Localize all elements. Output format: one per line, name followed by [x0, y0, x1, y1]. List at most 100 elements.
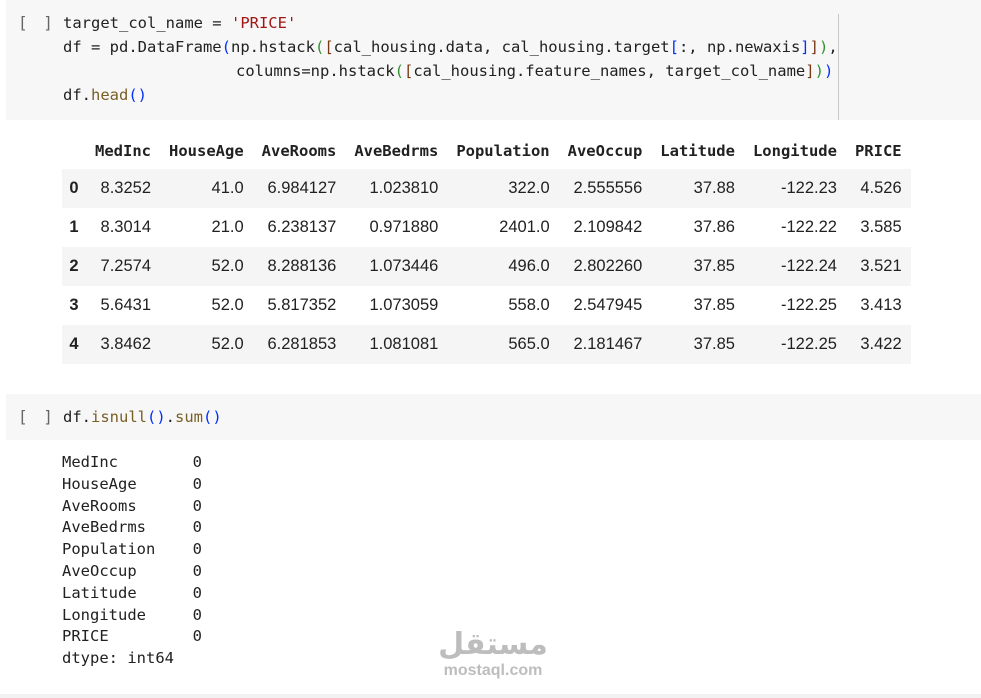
- table-cell: 6.984127: [252, 169, 346, 208]
- run-cell-button[interactable]: [ ]: [18, 406, 56, 428]
- output-line: AveBedrms 0: [62, 518, 202, 537]
- code-bracket: (): [128, 86, 147, 104]
- code-bracket: (: [314, 38, 325, 56]
- table-cell: 2.547945: [558, 286, 652, 325]
- table-cell: 21.0: [160, 208, 253, 247]
- column-header: AveBedrms: [354, 141, 439, 160]
- code-bracket: (): [147, 408, 166, 426]
- code-bracket: ]: [800, 38, 810, 56]
- code-bracket: ): [818, 38, 829, 56]
- code-line-3[interactable]: columns=np.hstack([cal_housing.feature_n…: [236, 61, 833, 81]
- code-text: :, np.newaxis: [678, 38, 801, 56]
- table-cell: 37.85: [651, 325, 744, 364]
- column-header: AveOccup: [567, 141, 643, 160]
- table-cell: 2.802260: [558, 247, 652, 286]
- code-bracket: (): [203, 408, 222, 426]
- table-cell: 2401.0: [447, 208, 559, 247]
- code-bracket: ]: [805, 62, 815, 80]
- code-bracket: ): [823, 62, 834, 80]
- run-cell-button[interactable]: [ ]: [18, 12, 56, 34]
- table-row: 1 8.3014 21.0 6.238137 0.971880 2401.0 2.10984…: [62, 208, 911, 247]
- table-cell: 52.0: [160, 325, 253, 364]
- bottom-cell-edge: [0, 694, 981, 698]
- table-cell: -122.23: [743, 169, 846, 208]
- table-header-row: MedInc HouseAge AveRooms AveBedrms Populatio…: [62, 132, 911, 169]
- code-function: sum: [175, 408, 204, 426]
- table-cell: 1.023810: [345, 169, 448, 208]
- table-cell: 2.109842: [558, 208, 652, 247]
- table-row: 4 3.8462 52.0 6.281853 1.081081 565.0 2.181467…: [62, 325, 911, 364]
- table-cell: 52.0: [160, 286, 253, 325]
- code-bracket: (: [221, 38, 231, 56]
- code-line-1[interactable]: df.isnull().sum(): [63, 407, 222, 427]
- column-header: AveRooms: [261, 141, 337, 160]
- output-line: MedInc 0: [62, 453, 202, 471]
- table-cell: 3.422: [845, 325, 911, 364]
- dataframe-table: MedInc HouseAge AveRooms AveBedrms Populatio…: [62, 132, 911, 364]
- row-index: 2: [62, 247, 86, 286]
- output-line: Population 0: [62, 540, 202, 559]
- row-index: 3: [62, 286, 86, 325]
- table-cell: 37.85: [651, 286, 744, 325]
- table-cell: -122.24: [743, 247, 846, 286]
- table-cell: 8.3014: [86, 208, 160, 247]
- code-text: df.: [63, 86, 91, 104]
- table-cell: 4.526: [845, 169, 911, 208]
- column-header: PRICE: [854, 141, 902, 160]
- table-cell: 3.521: [845, 247, 911, 286]
- code-text: .: [165, 408, 176, 426]
- table-cell: 496.0: [447, 247, 559, 286]
- code-text: cal_housing.data, cal_housing.target: [333, 38, 670, 56]
- code-text: target_col_name =: [63, 14, 231, 32]
- table-cell: -122.22: [743, 208, 846, 247]
- watermark-url: mostaql.com: [443, 662, 543, 679]
- column-header: Population: [456, 141, 550, 160]
- table-cell: 322.0: [447, 169, 559, 208]
- table-cell: 37.86: [651, 208, 744, 247]
- code-string: 'PRICE': [230, 14, 297, 32]
- table-cell: 3.585: [845, 208, 911, 247]
- output-line: AveOccup 0: [62, 562, 202, 580]
- table-cell: 8.288136: [252, 247, 346, 286]
- code-bracket: ): [814, 62, 824, 80]
- table-cell: 3.413: [845, 286, 911, 325]
- index-header: [62, 132, 86, 169]
- table-cell: 565.0: [447, 325, 559, 364]
- code-text: cal_housing.feature_names, target_col_na…: [413, 62, 806, 80]
- table-row: 2 7.2574 52.0 8.288136 1.073446 496.0 2.802260…: [62, 247, 911, 286]
- row-index: 4: [62, 325, 86, 364]
- code-line-1[interactable]: target_col_name = 'PRICE': [63, 13, 296, 33]
- table-cell: 558.0: [447, 286, 559, 325]
- table-cell: 1.081081: [345, 325, 448, 364]
- table-cell: 52.0: [160, 247, 253, 286]
- table-cell: 37.85: [651, 247, 744, 286]
- table-row: 3 5.6431 52.0 5.817352 1.073059 558.0 2.547945…: [62, 286, 911, 325]
- code-cell-2[interactable]: [ ] df.isnull().sum(): [6, 394, 981, 440]
- table-cell: 1.073059: [345, 286, 448, 325]
- row-index: 1: [62, 208, 86, 247]
- table-cell: 2.181467: [558, 325, 652, 364]
- column-header: HouseAge: [169, 141, 244, 160]
- row-index: 0: [62, 169, 86, 208]
- editor-ruler: [838, 14, 839, 120]
- output-line: Longitude 0: [62, 605, 202, 624]
- table-cell: 0.971880: [345, 208, 448, 247]
- column-header: Latitude: [660, 141, 735, 160]
- table-cell: 6.281853: [252, 325, 346, 364]
- code-text: df.: [63, 408, 91, 426]
- output-line: HouseAge 0: [62, 474, 202, 493]
- code-bracket: [: [403, 62, 414, 80]
- code-text: np.hstack: [230, 38, 315, 56]
- column-header: MedInc: [95, 141, 151, 160]
- output-line: Latitude 0: [62, 583, 202, 602]
- table-cell: 5.6431: [86, 286, 160, 325]
- table-cell: -122.25: [743, 325, 846, 364]
- table-cell: 2.555556: [558, 169, 652, 208]
- code-bracket: [: [324, 38, 334, 56]
- table-cell: 3.8462: [86, 325, 160, 364]
- code-line-4[interactable]: df.head(): [63, 85, 147, 105]
- code-line-2[interactable]: df = pd.DataFrame(np.hstack([cal_housing…: [63, 37, 838, 57]
- code-bracket: (: [394, 62, 404, 80]
- code-cell-1[interactable]: [ ] target_col_name = 'PRICE' df = pd.Da…: [6, 0, 981, 120]
- code-text: df = pd.DataFrame: [63, 38, 222, 56]
